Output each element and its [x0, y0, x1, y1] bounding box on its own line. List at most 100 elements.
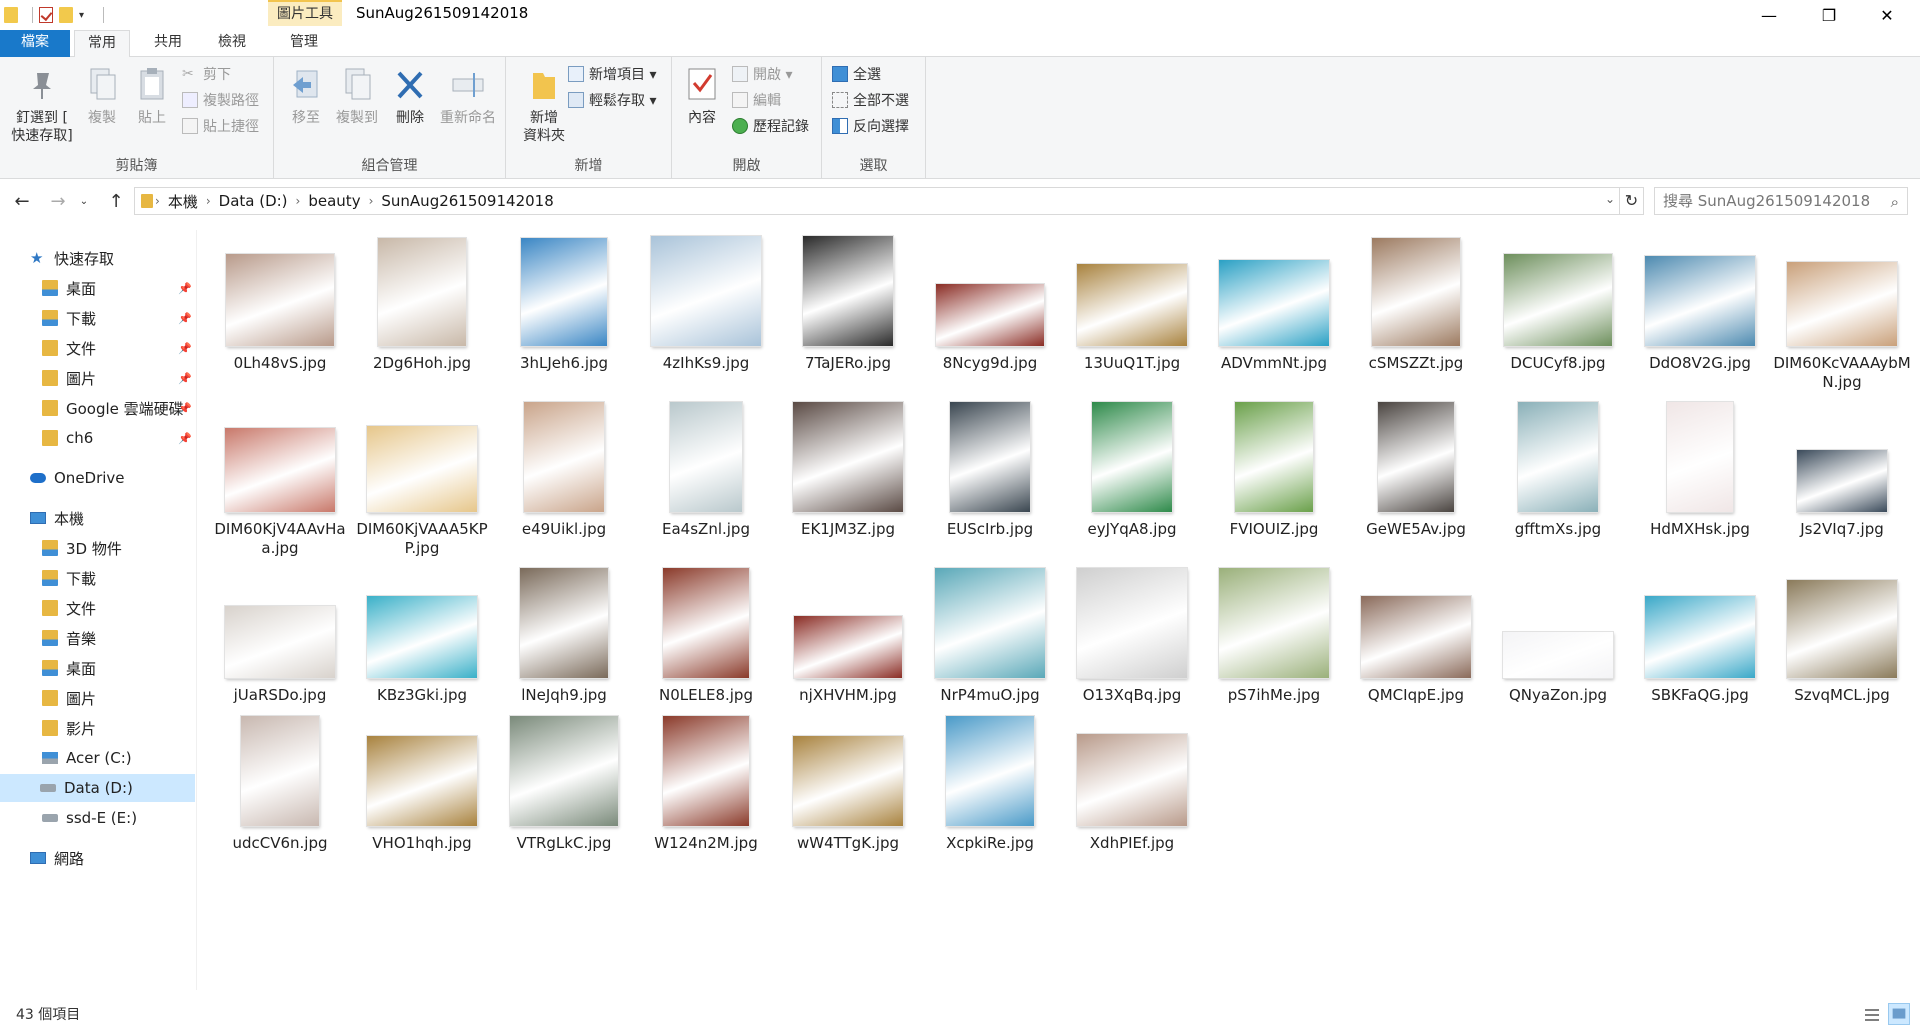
sidebar-item-ch6[interactable]: ch6	[42, 424, 93, 452]
file-item[interactable]: pS7ihMe.jpg	[1204, 564, 1344, 724]
file-item[interactable]: W124n2M.jpg	[636, 712, 776, 872]
easy-access-button[interactable]: 輕鬆存取 ▾	[568, 89, 656, 111]
file-item[interactable]: DIM60KjVAAA5KPP.jpg	[352, 398, 492, 558]
up-arrow-icon[interactable]: ↑	[104, 189, 128, 215]
sidebar-item-network[interactable]: 網路	[30, 844, 84, 872]
file-item[interactable]: e49Uikl.jpg	[494, 398, 634, 558]
file-item[interactable]: SzvqMCL.jpg	[1772, 564, 1912, 724]
customize-toolbar-dropdown-icon[interactable]: ▾	[79, 10, 89, 21]
file-item[interactable]: FVIOUIZ.jpg	[1204, 398, 1344, 558]
breadcrumb-data-drive[interactable]: Data (D:)	[219, 192, 288, 210]
paste-button[interactable]: 貼上	[130, 65, 174, 127]
sidebar-item-this-pc[interactable]: 本機	[30, 504, 84, 532]
tab-view[interactable]: 檢視	[204, 30, 260, 57]
sidebar-item-downloads-pc[interactable]: 下載	[42, 564, 96, 592]
file-item[interactable]: EUScIrb.jpg	[920, 398, 1060, 558]
sidebar-item-3d-objects[interactable]: 3D 物件	[42, 534, 122, 562]
new-folder-button[interactable]: 新增 資料夾	[512, 65, 576, 145]
file-item[interactable]: eyJYqA8.jpg	[1062, 398, 1202, 558]
open-button[interactable]: 開啟 ▾	[732, 63, 792, 85]
move-to-button[interactable]: 移至	[284, 65, 328, 127]
properties-button[interactable]: 內容	[680, 65, 724, 127]
sidebar-item-videos[interactable]: 影片	[42, 714, 96, 742]
breadcrumb-beauty[interactable]: beauty	[308, 192, 360, 210]
sidebar-item-desktop[interactable]: 桌面	[42, 274, 96, 302]
tab-manage[interactable]: 管理	[276, 30, 332, 57]
breadcrumb-current-folder[interactable]: SunAug261509142018	[381, 192, 553, 210]
search-input[interactable]: 搜尋 SunAug261509142018 ⌕	[1654, 187, 1908, 215]
cut-button[interactable]: ✂ 剪下	[182, 63, 231, 85]
file-item[interactable]: NrP4muO.jpg	[920, 564, 1060, 724]
sidebar-item-music[interactable]: 音樂	[42, 624, 96, 652]
file-item[interactable]: DCUCyf8.jpg	[1488, 232, 1628, 392]
file-item[interactable]: 2Dg6Hoh.jpg	[352, 232, 492, 392]
paste-shortcut-button[interactable]: 貼上捷徑	[182, 115, 259, 137]
file-item[interactable]: 3hLJeh6.jpg	[494, 232, 634, 392]
address-dropdown-icon[interactable]: ⌄	[1605, 192, 1615, 206]
large-icons-view-icon[interactable]	[1888, 1003, 1910, 1025]
file-item[interactable]: wW4TTgK.jpg	[778, 712, 918, 872]
file-item[interactable]: 13UuQ1T.jpg	[1062, 232, 1202, 392]
file-item[interactable]: KBz3Gki.jpg	[352, 564, 492, 724]
sidebar-item-documents[interactable]: 文件	[42, 334, 96, 362]
new-folder-icon[interactable]	[59, 7, 73, 23]
delete-button[interactable]: 刪除	[388, 65, 432, 127]
file-item[interactable]: GeWE5Av.jpg	[1346, 398, 1486, 558]
file-item[interactable]: DIM60KjV4AAvHaa.jpg	[210, 398, 350, 558]
copy-path-button[interactable]: 複製路徑	[182, 89, 259, 111]
sidebar-item-documents-pc[interactable]: 文件	[42, 594, 96, 622]
refresh-icon[interactable]: ↻	[1620, 187, 1644, 215]
file-item[interactable]: 8Ncyg9d.jpg	[920, 232, 1060, 392]
minimize-button[interactable]: —	[1746, 0, 1792, 30]
file-item[interactable]: QMCIqpE.jpg	[1346, 564, 1486, 724]
file-item[interactable]: Js2VIq7.jpg	[1772, 398, 1912, 558]
new-item-button[interactable]: 新增項目 ▾	[568, 63, 656, 85]
recent-locations-chevron-icon[interactable]: ⌄	[72, 189, 96, 215]
properties-check-icon[interactable]	[39, 7, 53, 23]
sidebar-item-drive-e[interactable]: ssd-E (E:)	[42, 804, 137, 832]
file-item[interactable]: cSMSZZt.jpg	[1346, 232, 1486, 392]
sidebar-item-pictures-pc[interactable]: 圖片	[42, 684, 96, 712]
file-item[interactable]: XdhPIEf.jpg	[1062, 712, 1202, 872]
tab-home[interactable]: 常用	[74, 30, 130, 58]
restore-button[interactable]: ❐	[1806, 0, 1852, 30]
file-item[interactable]: 4zIhKs9.jpg	[636, 232, 776, 392]
file-item[interactable]: lNeJqh9.jpg	[494, 564, 634, 724]
file-item[interactable]: 7TaJERo.jpg	[778, 232, 918, 392]
file-item[interactable]: EK1JM3Z.jpg	[778, 398, 918, 558]
file-item[interactable]: SBKFaQG.jpg	[1630, 564, 1770, 724]
file-item[interactable]: O13XqBq.jpg	[1062, 564, 1202, 724]
file-item[interactable]: QNyaZon.jpg	[1488, 564, 1628, 724]
file-item[interactable]: 0Lh48vS.jpg	[210, 232, 350, 392]
file-item[interactable]: DdO8V2G.jpg	[1630, 232, 1770, 392]
sidebar-item-desktop-pc[interactable]: 桌面	[42, 654, 96, 682]
address-bar[interactable]: › 本機 › Data (D:) › beauty › SunAug261509…	[134, 187, 1620, 215]
copy-button[interactable]: 複製	[80, 65, 124, 127]
close-button[interactable]: ✕	[1864, 0, 1910, 30]
file-item[interactable]: VTRgLkC.jpg	[494, 712, 634, 872]
edit-button[interactable]: 編輯	[732, 89, 781, 111]
file-item[interactable]: VHO1hqh.jpg	[352, 712, 492, 872]
tab-file[interactable]: 檔案	[0, 30, 70, 57]
forward-arrow-icon[interactable]: →	[46, 189, 70, 215]
file-item[interactable]: N0LELE8.jpg	[636, 564, 776, 724]
back-arrow-icon[interactable]: ←	[10, 189, 34, 215]
sidebar-item-drive-c[interactable]: Acer (C:)	[42, 744, 132, 772]
file-item[interactable]: ADVmmNt.jpg	[1204, 232, 1344, 392]
file-item[interactable]: HdMXHsk.jpg	[1630, 398, 1770, 558]
file-item[interactable]: udcCV6n.jpg	[210, 712, 350, 872]
details-view-icon[interactable]	[1860, 1003, 1882, 1025]
file-item[interactable]: njXHVHM.jpg	[778, 564, 918, 724]
pin-to-quick-access-button[interactable]: 釘選到 [ 快速存取]	[6, 65, 78, 145]
tab-share[interactable]: 共用	[140, 30, 196, 57]
sidebar-item-downloads[interactable]: 下載	[42, 304, 96, 332]
rename-button[interactable]: 重新命名	[436, 65, 500, 127]
sidebar-item-google-drive[interactable]: Google 雲端硬碟	[42, 394, 184, 422]
select-none-button[interactable]: 全部不選	[832, 89, 909, 111]
file-item[interactable]: gfftmXs.jpg	[1488, 398, 1628, 558]
file-item[interactable]: jUaRSDo.jpg	[210, 564, 350, 724]
sidebar-item-onedrive[interactable]: OneDrive	[30, 464, 125, 492]
file-item[interactable]: Ea4sZnl.jpg	[636, 398, 776, 558]
sidebar-item-quick-access[interactable]: ★ 快速存取	[30, 244, 114, 272]
select-all-button[interactable]: 全選	[832, 63, 881, 85]
